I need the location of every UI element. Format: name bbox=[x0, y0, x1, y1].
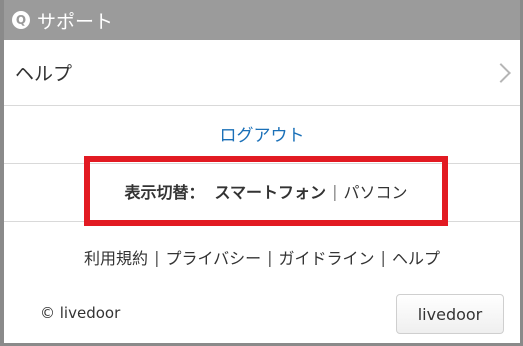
header-title: サポート bbox=[37, 10, 114, 33]
display-switch-label: 表示切替： bbox=[124, 183, 205, 202]
livedoor-button[interactable]: livedoor bbox=[396, 294, 504, 334]
footer-help-link[interactable]: ヘルプ bbox=[392, 245, 440, 269]
support-header: Q サポート bbox=[4, 0, 520, 40]
highlight-box: 表示切替： スマートフォン | パソコン bbox=[84, 156, 448, 226]
display-pc-link[interactable]: パソコン bbox=[343, 179, 407, 203]
privacy-link[interactable]: プライバシー bbox=[165, 245, 261, 269]
footer-links: 利用規約 | プライバシー | ガイドライン | ヘルプ bbox=[4, 243, 520, 271]
display-separator: | bbox=[332, 181, 338, 201]
help-row[interactable]: ヘルプ bbox=[4, 40, 520, 106]
footer-separator: | bbox=[380, 247, 386, 267]
help-row-label: ヘルプ bbox=[15, 63, 73, 85]
guidelines-link[interactable]: ガイドライン bbox=[279, 245, 375, 269]
q-glyph: Q bbox=[15, 13, 27, 27]
footer-separator: | bbox=[154, 247, 160, 267]
terms-link[interactable]: 利用規約 bbox=[84, 245, 148, 269]
q-circle-icon: Q bbox=[12, 11, 30, 29]
copyright-text: © livedoor bbox=[40, 304, 121, 322]
support-panel: Q サポート ヘルプ ログアウト 表示切替： スマートフォン | パソコン 利用… bbox=[0, 0, 523, 346]
chevron-right-icon bbox=[491, 63, 511, 83]
display-switch-row: 表示切替： スマートフォン | パソコン bbox=[4, 156, 520, 226]
logout-link[interactable]: ログアウト bbox=[220, 121, 305, 146]
display-current-smartphone: スマートフォン bbox=[214, 183, 327, 202]
footer-separator: | bbox=[267, 247, 273, 267]
